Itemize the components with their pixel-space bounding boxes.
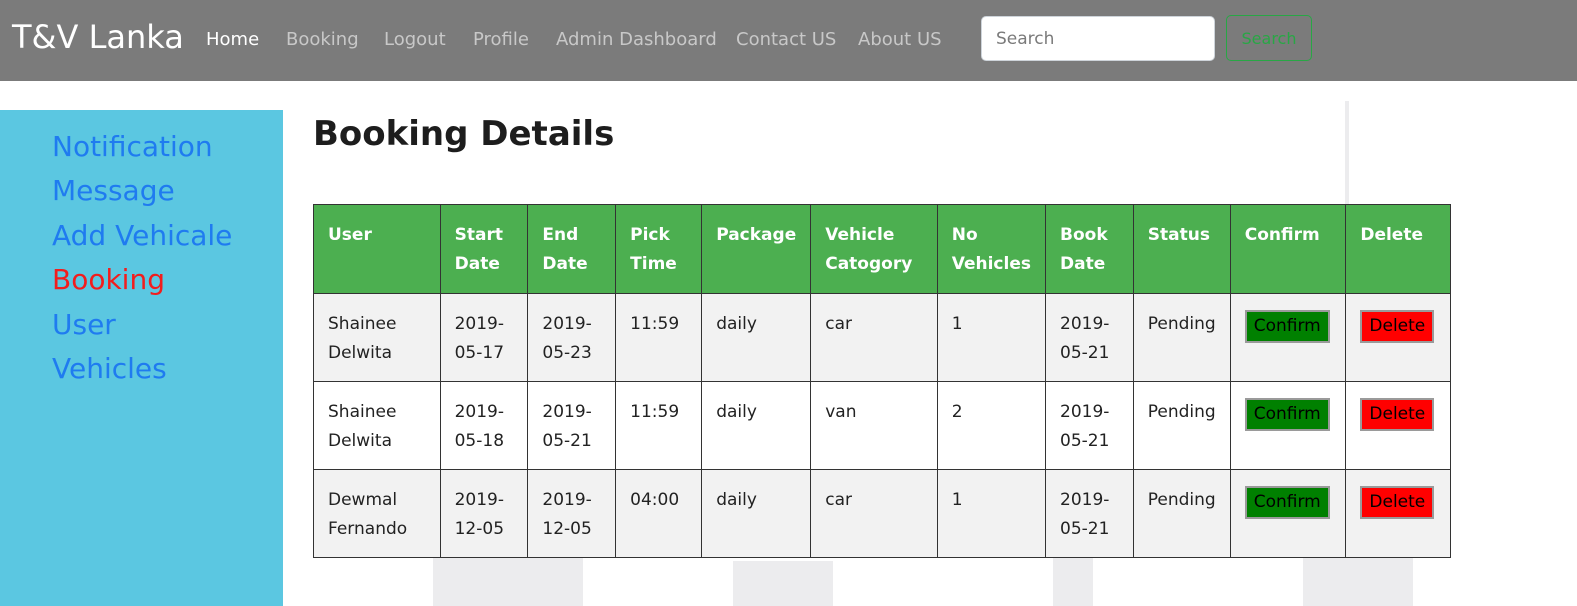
cell-delete: Delete (1345, 381, 1451, 470)
cell-no-vehicles: 1 (936, 469, 1047, 558)
search-button[interactable]: Search (1226, 15, 1312, 61)
cell-user: Dewmal Fernando (313, 469, 441, 558)
header-start-date: Start Date (439, 204, 529, 294)
delete-button[interactable]: Delete (1360, 310, 1435, 343)
cell-confirm: Confirm (1229, 293, 1347, 382)
cell-no-vehicles: 2 (936, 381, 1047, 470)
nav-about-us[interactable]: About US (858, 29, 942, 50)
cell-start-date: 2019- 05-18 (439, 381, 529, 470)
header-user: User (313, 204, 441, 294)
header-package: Package (701, 204, 812, 294)
header-vehicle-category: Vehicle Catogory (810, 204, 938, 294)
top-navbar: T&V Lanka Home Booking Logout Profile Ad… (0, 0, 1577, 81)
delete-button[interactable]: Delete (1360, 486, 1435, 519)
nav-profile[interactable]: Profile (473, 29, 529, 50)
cell-start-date: 2019- 05-17 (439, 293, 529, 382)
table-row: Shainee Delwita 2019- 05-17 2019- 05-23 11:… (313, 293, 1451, 382)
cell-vehicle-category: van (810, 381, 938, 470)
cell-vehicle-category: car (810, 293, 938, 382)
cell-book-date: 2019- 05-21 (1045, 469, 1134, 558)
header-end-date: End Date (527, 204, 617, 294)
cell-vehicle-category: car (810, 469, 938, 558)
cell-delete: Delete (1345, 293, 1451, 382)
cell-pick-time: 04:00 (615, 469, 703, 558)
cell-end-date: 2019- 12-05 (527, 469, 617, 558)
delete-button[interactable]: Delete (1360, 398, 1435, 431)
header-book-date: Book Date (1045, 204, 1134, 294)
cell-no-vehicles: 1 (936, 293, 1047, 382)
cell-end-date: 2019- 05-21 (527, 381, 617, 470)
table-row: Dewmal Fernando 2019- 12-05 2019- 12-05 04:… (313, 469, 1451, 558)
nav-home[interactable]: Home (206, 29, 259, 50)
nav-admin-dashboard[interactable]: Admin Dashboard (556, 29, 717, 50)
cell-status: Pending (1132, 381, 1231, 470)
cell-status: Pending (1132, 293, 1231, 382)
header-status: Status (1132, 204, 1231, 294)
table-header-row: User Start Date End Date Pick Time Package … (313, 204, 1451, 294)
confirm-button[interactable]: Confirm (1244, 486, 1330, 519)
page-title: Booking Details (313, 114, 615, 154)
table-row: Shainee Delwita 2019- 05-18 2019- 05-21 11:… (313, 381, 1451, 470)
sidebar-item-message[interactable]: Message (52, 174, 175, 207)
sidebar-item-notification[interactable]: Notification (52, 130, 213, 163)
cell-status: Pending (1132, 469, 1231, 558)
cell-start-date: 2019- 12-05 (439, 469, 529, 558)
cell-delete: Delete (1345, 469, 1451, 558)
cell-confirm: Confirm (1229, 469, 1347, 558)
search-input[interactable] (981, 16, 1215, 61)
header-delete: Delete (1345, 204, 1451, 294)
cell-package: daily (701, 469, 812, 558)
header-confirm: Confirm (1229, 204, 1347, 294)
confirm-button[interactable]: Confirm (1244, 398, 1330, 431)
sidebar-item-user[interactable]: User (52, 308, 116, 341)
brand-logo[interactable]: T&V Lanka (12, 18, 184, 56)
cell-pick-time: 11:59 (615, 293, 703, 382)
confirm-button[interactable]: Confirm (1244, 310, 1330, 343)
sidebar-item-booking[interactable]: Booking (52, 263, 165, 296)
booking-table: User Start Date End Date Pick Time Package … (313, 204, 1451, 558)
nav-logout[interactable]: Logout (384, 29, 446, 50)
cell-book-date: 2019- 05-21 (1045, 293, 1134, 382)
cell-user: Shainee Delwita (313, 381, 441, 470)
sidebar-item-vehicles[interactable]: Vehicles (52, 352, 167, 385)
cell-user: Shainee Delwita (313, 293, 441, 382)
cell-end-date: 2019- 05-23 (527, 293, 617, 382)
cell-package: daily (701, 293, 812, 382)
cell-confirm: Confirm (1229, 381, 1347, 470)
cell-pick-time: 11:59 (615, 381, 703, 470)
nav-contact-us[interactable]: Contact US (736, 29, 836, 50)
nav-booking[interactable]: Booking (286, 29, 359, 50)
sidebar: Notification Message Add Vehicale Bookin… (0, 110, 283, 606)
cell-book-date: 2019- 05-21 (1045, 381, 1134, 470)
header-pick-time: Pick Time (615, 204, 703, 294)
cell-package: daily (701, 381, 812, 470)
sidebar-item-add-vehicale[interactable]: Add Vehicale (52, 219, 232, 252)
header-no-vehicles: No Vehicles (936, 204, 1047, 294)
